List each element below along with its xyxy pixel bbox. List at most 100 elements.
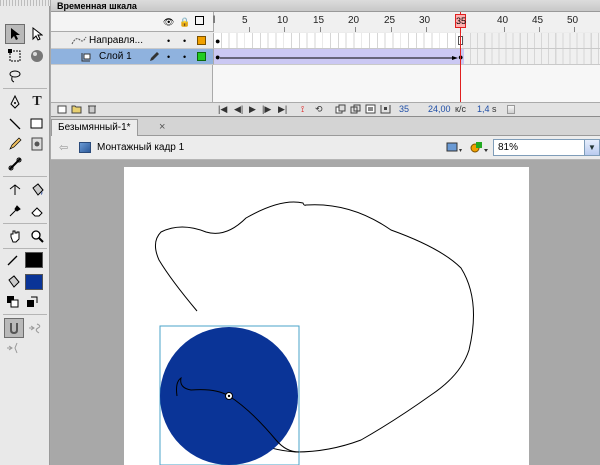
onion-skin-icon[interactable] <box>335 104 346 116</box>
3d-rotation-tool-icon[interactable] <box>27 46 47 66</box>
go-to-first-icon[interactable]: |◀ <box>218 104 227 115</box>
fps-readout[interactable]: 24,00 <box>428 104 451 114</box>
new-folder-icon[interactable] <box>71 104 82 116</box>
fps-unit: к/с <box>455 104 466 114</box>
onion-skin-outlines-icon[interactable] <box>350 104 361 116</box>
layer-name[interactable]: Слой 1 <box>99 51 132 62</box>
motion-tween-arrow <box>220 56 458 60</box>
modify-onion-markers-icon[interactable] <box>380 104 391 116</box>
keyframe-icon[interactable]: ● <box>215 36 220 46</box>
free-transform-tool-icon[interactable] <box>5 46 25 66</box>
edit-bar: ⇦ Монтажный кадр 1 81% ▼ <box>51 136 600 160</box>
selection-tool-icon[interactable] <box>5 24 25 44</box>
loop-icon[interactable]: ⟲ <box>315 104 323 115</box>
swap-colors-icon[interactable] <box>22 292 42 312</box>
text-tool-icon[interactable]: T <box>27 92 47 112</box>
edit-symbols-icon[interactable] <box>470 141 490 158</box>
layer-name[interactable]: Направля... <box>89 35 143 46</box>
close-tab-icon[interactable]: × <box>159 121 165 133</box>
layer-color-swatch[interactable] <box>197 52 206 61</box>
document-tab-title: Безымянный-1* <box>58 122 131 133</box>
new-layer-icon[interactable] <box>57 104 67 116</box>
line-tool-icon[interactable] <box>5 114 25 134</box>
outline-all-icon[interactable] <box>195 16 204 27</box>
paint-bucket-tool-icon[interactable] <box>27 180 47 200</box>
document-tab-bar: Безымянный-1* × <box>51 116 600 137</box>
pencil-edit-icon <box>149 51 160 65</box>
ruler-tick: 10 <box>277 15 289 26</box>
timeline-panel: Временная шкала 👁 🔒 l 5 10 15 20 25 30 4… <box>51 0 600 116</box>
lock-dot[interactable]: • <box>183 52 186 62</box>
tools-grip[interactable] <box>0 0 50 6</box>
play-icon[interactable]: ▶ <box>249 104 256 115</box>
zoom-dropdown[interactable]: 81% ▼ <box>493 139 600 156</box>
eyedropper-tool-icon[interactable] <box>5 201 25 221</box>
frames-blank-area <box>213 65 600 102</box>
lock-dot[interactable]: • <box>183 36 186 46</box>
tween-frames[interactable]: ● ● <box>213 49 600 65</box>
document-tab[interactable]: Безымянный-1* <box>51 119 138 137</box>
ruler-tick: 20 <box>348 15 360 26</box>
step-back-icon[interactable]: ◀| <box>234 104 243 115</box>
timeline-title: Временная шкала <box>57 1 137 11</box>
layers-blank-area <box>51 65 213 102</box>
bone-tool-icon[interactable] <box>5 154 25 174</box>
snap-to-objects-icon[interactable] <box>4 318 24 338</box>
motion-guide-icon <box>71 35 87 49</box>
visibility-dot[interactable]: • <box>167 36 170 46</box>
rectangle-tool-icon[interactable] <box>27 114 47 134</box>
step-forward-icon[interactable]: |▶ <box>262 104 271 115</box>
subselection-tool-icon[interactable] <box>27 24 47 44</box>
work-area[interactable] <box>51 160 600 465</box>
back-arrow-icon[interactable]: ⇦ <box>59 141 68 154</box>
deco-tool-icon[interactable] <box>27 134 47 154</box>
elapsed-time-readout[interactable]: 1,4 <box>477 104 490 114</box>
ruler-tick: 5 <box>242 15 248 26</box>
pencil-tool-icon[interactable] <box>5 134 25 154</box>
edit-multiple-frames-icon[interactable] <box>365 104 376 116</box>
ruler-tick: 30 <box>419 15 431 26</box>
time-unit: s <box>492 104 497 114</box>
fill-color-icon <box>3 272 23 292</box>
layer-row-guide[interactable]: Направля... • • <box>51 33 213 49</box>
smooth-icon[interactable] <box>26 318 46 338</box>
timeline-footer: |◀ ◀| ▶ |▶ ▶| ⟟ ⟲ 35 24,00 к/с 1,4 s <box>51 102 600 116</box>
center-frame-icon[interactable]: ⟟ <box>301 104 304 115</box>
stroke-color-swatch[interactable] <box>25 252 43 268</box>
pen-tool-icon[interactable] <box>5 92 25 112</box>
current-frame-readout[interactable]: 35 <box>399 104 409 114</box>
ruler-tick: 40 <box>497 15 509 26</box>
ruler-tick: 50 <box>567 15 579 26</box>
eraser-tool-icon[interactable] <box>27 201 47 221</box>
frame-ruler[interactable]: l 5 10 15 20 25 30 40 45 50 <box>213 12 600 32</box>
black-white-icon[interactable] <box>3 292 23 312</box>
guided-layer-icon <box>81 52 91 65</box>
fill-color-swatch[interactable] <box>25 274 43 290</box>
stroke-color-icon <box>3 250 23 270</box>
show-hide-all-icon[interactable]: 👁 <box>163 17 174 28</box>
timeline-hscroll-left[interactable] <box>507 105 515 114</box>
delete-layer-icon[interactable] <box>87 104 97 116</box>
ruler-tick: 45 <box>532 15 544 26</box>
stage-artwork <box>155 201 474 465</box>
timeline-tab[interactable]: Временная шкала <box>51 0 600 12</box>
layer-row-1[interactable]: Слой 1 • • <box>51 49 213 65</box>
lasso-tool-icon[interactable] <box>5 66 25 86</box>
edit-scene-icon[interactable] <box>446 141 464 158</box>
ruler-tick-1: l <box>213 15 216 26</box>
visibility-dot[interactable]: • <box>167 52 170 62</box>
zoom-value: 81% <box>498 142 519 153</box>
hand-tool-icon[interactable] <box>5 226 25 246</box>
scene-breadcrumb[interactable]: Монтажный кадр 1 <box>97 142 184 153</box>
zoom-tool-icon[interactable] <box>27 226 47 246</box>
chevron-down-icon[interactable]: ▼ <box>584 140 599 155</box>
straighten-icon[interactable] <box>4 338 24 358</box>
lock-all-icon[interactable]: 🔒 <box>179 17 190 28</box>
go-to-last-icon[interactable]: ▶| <box>278 104 287 115</box>
playhead-frame[interactable]: 35 <box>455 14 466 28</box>
guide-frames[interactable]: ● <box>213 33 600 49</box>
bone-binding-tool-icon[interactable] <box>5 180 25 200</box>
tools-panel: T <box>0 0 50 465</box>
layer-color-swatch[interactable] <box>197 36 206 45</box>
ruler-tick: 25 <box>384 15 396 26</box>
